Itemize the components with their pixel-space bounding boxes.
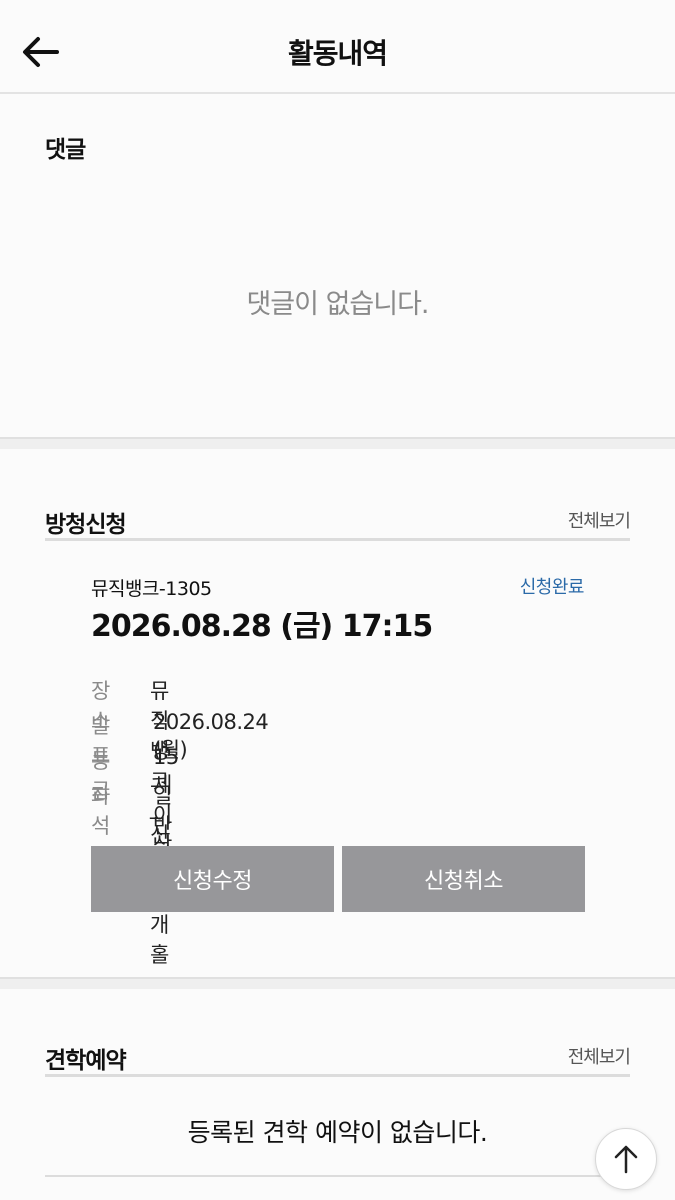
audience-title: 방청신청 bbox=[45, 512, 127, 538]
tour-section: 견학예약 전체보기 등록된 견학 예약이 없습니다. bbox=[0, 991, 675, 1200]
scroll-to-top-button[interactable] bbox=[595, 1128, 657, 1190]
cancel-application-button[interactable]: 신청취소 bbox=[342, 846, 585, 912]
audience-view-all-link[interactable]: 전체보기 bbox=[568, 507, 631, 533]
page-title: 활동내역 bbox=[287, 37, 388, 70]
comments-title: 댓글 bbox=[45, 137, 86, 163]
audience-section-header: 방청신청 전체보기 bbox=[45, 495, 631, 541]
tour-bottom-rule bbox=[45, 1175, 630, 1177]
arrow-up-icon bbox=[614, 1145, 638, 1174]
tour-title: 견학예약 bbox=[45, 1048, 127, 1074]
info-label: 좌석 bbox=[91, 784, 110, 838]
section-divider bbox=[0, 977, 675, 989]
edit-application-button[interactable]: 신청수정 bbox=[91, 846, 334, 912]
audience-section: 방청신청 전체보기 뮤직뱅크-1305 신청완료 2026.08.28 (금) … bbox=[0, 451, 675, 977]
comments-empty-message: 댓글이 없습니다. bbox=[246, 289, 429, 320]
status-badge: 신청완료 bbox=[519, 577, 585, 598]
tour-view-all-link[interactable]: 전체보기 bbox=[568, 1043, 631, 1069]
event-datetime: 2026.08.28 (금) 17:15 bbox=[91, 609, 433, 644]
comments-section: 댓글 댓글이 없습니다. bbox=[0, 96, 675, 438]
tour-section-header: 견학예약 전체보기 bbox=[45, 1031, 631, 1077]
section-divider bbox=[0, 437, 675, 449]
app-header: 활동내역 bbox=[0, 0, 675, 94]
program-name: 뮤직뱅크-1305 bbox=[91, 578, 212, 600]
tour-empty-message: 등록된 견학 예약이 없습니다. bbox=[187, 1118, 488, 1147]
